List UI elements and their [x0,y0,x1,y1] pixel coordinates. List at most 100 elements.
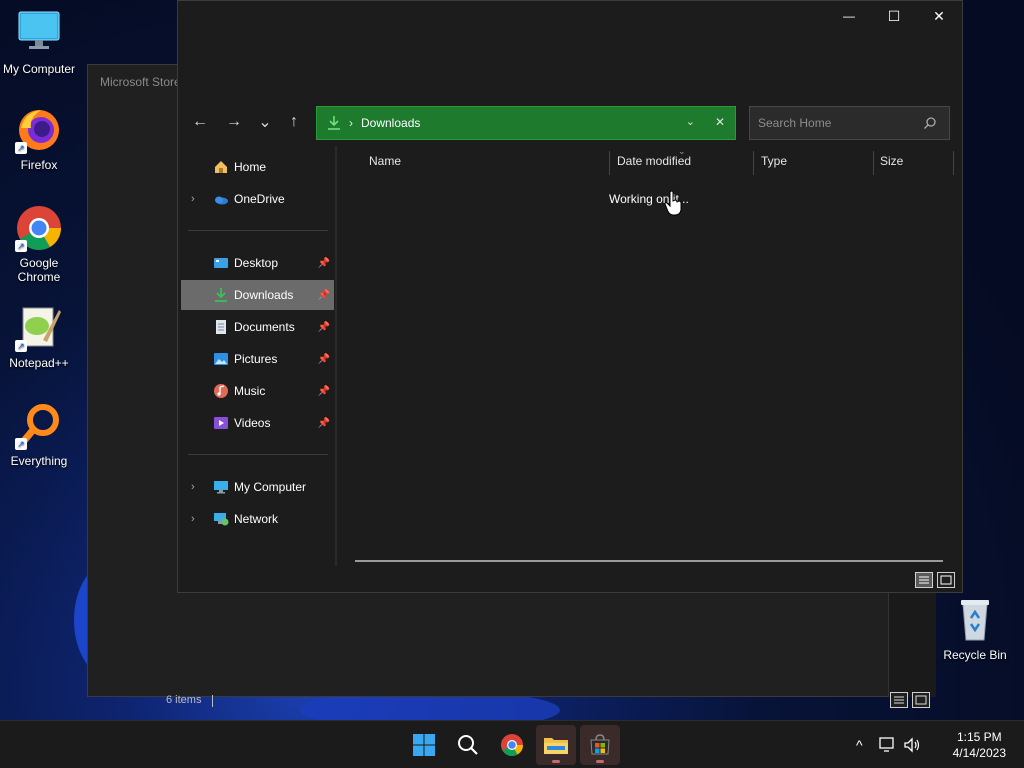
shortcut-arrow-icon: ↗ [15,240,27,252]
recycle-bin-icon [951,596,999,644]
desktop-icon-firefox[interactable]: ↗ Firefox [1,106,77,172]
documents-folder-icon [216,320,226,334]
column-header-name[interactable]: Name [369,154,401,168]
details-view-button[interactable] [890,692,908,708]
arrow-up-icon: ↑ [290,113,298,130]
nav-divider [188,230,328,231]
firefox-icon: ↗ [15,106,63,154]
network-status-icon[interactable] [878,737,897,753]
maximize-button[interactable]: ☐ [871,1,917,31]
everything-search-icon: ↗ [15,402,63,450]
desktop-icon-my-computer[interactable]: My Computer [1,10,77,76]
desktop-icon-label: Firefox [20,158,58,172]
search-box[interactable] [749,106,950,140]
nav-item-documents[interactable]: Documents 📌 [181,312,334,342]
recent-locations-button[interactable]: ⌄ [250,105,280,139]
file-explorer-icon [544,738,568,754]
column-header-size[interactable]: Size [880,154,903,168]
chevron-right-icon[interactable]: › [191,193,195,205]
chrome-icon: ↗ [15,204,63,252]
column-header-type[interactable]: Type [761,154,787,168]
address-bar[interactable]: › Downloads ⌄ ✕ [316,106,736,140]
pin-icon[interactable]: 📌 [318,322,330,333]
chrome-button[interactable] [492,725,532,765]
pin-icon[interactable]: 📌 [318,354,330,365]
start-button[interactable] [404,725,444,765]
back-button[interactable]: ← [185,105,215,139]
horizontal-scrollbar[interactable] [355,560,943,562]
pictures-folder-icon [214,353,228,365]
breadcrumb-downloads[interactable]: Downloads [361,116,420,130]
desktop-icon-label: Google Chrome [17,256,61,284]
desktop-folder-icon [214,258,228,268]
pin-icon[interactable]: 📌 [318,258,330,269]
arrow-right-icon: → [226,113,242,130]
tiles-view-button[interactable] [937,572,955,588]
nav-item-music[interactable]: Music 📌 [181,376,334,406]
tiles-view-button[interactable] [912,692,930,708]
nav-item-home[interactable]: Home [181,152,334,182]
search-icon [458,735,478,755]
pin-icon[interactable]: 📌 [318,418,330,429]
nav-item-network[interactable]: › Network [181,504,334,534]
system-tray: ^ [856,721,921,768]
pin-icon[interactable]: 📌 [318,290,330,301]
nav-item-label: My Computer [234,480,307,494]
close-icon: ✕ [933,7,945,24]
hand-cursor-icon [664,190,682,216]
desktop-icon-label: Recycle Bin [943,648,1007,662]
volume-icon[interactable] [903,737,921,753]
chevron-right-icon[interactable]: › [191,513,195,525]
show-hidden-icons-button[interactable]: ^ [856,737,863,753]
address-clear-button[interactable]: ✕ [715,115,725,129]
minimize-button[interactable]: — [826,1,872,31]
forward-button[interactable]: → [219,105,249,139]
column-divider[interactable] [609,151,610,175]
window-panel [888,592,936,697]
column-divider[interactable] [873,151,874,175]
desktop-icon-notepadpp[interactable]: ↗ Notepad++ [1,304,77,370]
desktop-icon-recycle-bin[interactable]: Recycle Bin [937,596,1013,662]
file-explorer-window[interactable]: — ☐ ✕ ← → ⌄ ↑ › Downloads ⌄ ✕ Search Hom… [177,0,963,593]
desktop-icon-chrome[interactable]: ↗ Google Chrome [1,204,77,284]
clock[interactable]: 1:15 PM 4/14/2023 [953,729,1006,761]
nav-item-onedrive[interactable]: › OneDrive [181,184,334,214]
column-divider[interactable] [953,151,954,175]
downloads-folder-icon [215,288,227,302]
network-icon [214,513,229,526]
up-button[interactable]: ↑ [279,105,309,139]
search-button[interactable] [448,725,488,765]
videos-folder-icon [214,417,228,429]
file-explorer-button[interactable] [536,725,576,765]
nav-item-label: Desktop [234,256,279,270]
nav-item-pictures[interactable]: Pictures 📌 [181,344,334,374]
nav-item-my-computer[interactable]: › My Computer [181,472,334,502]
nav-item-label: Network [234,512,279,526]
nav-item-downloads[interactable]: Downloads 📌 [181,280,334,310]
pane-splitter[interactable] [335,146,337,566]
search-icon [924,117,936,129]
nav-item-videos[interactable]: Videos 📌 [181,408,334,438]
desktop-icon-label: Everything [10,454,68,468]
details-view-button[interactable] [915,572,933,588]
nav-item-label: Documents [234,320,295,334]
column-divider[interactable] [753,151,754,175]
file-list[interactable]: Name Date modified ⌄ Type Size Working o… [338,146,958,566]
close-button[interactable]: ✕ [916,1,962,31]
nav-item-label: Music [234,384,266,398]
nav-item-desktop[interactable]: Desktop 📌 [181,248,334,278]
download-arrow-icon [328,116,340,130]
microsoft-store-button[interactable] [580,725,620,765]
clock-time: 1:15 PM [956,730,1002,744]
maximize-icon: ☐ [887,7,901,24]
desktop-icon-everything[interactable]: ↗ Everything [1,402,77,468]
monitor-icon [15,10,63,58]
address-dropdown-button[interactable]: ⌄ [686,115,695,128]
search-input[interactable] [758,116,918,130]
chevron-right-icon[interactable]: › [191,481,195,493]
onedrive-cloud-icon [215,196,228,205]
status-bar [178,566,964,594]
navigation-toolbar: ← → ⌄ ↑ › Downloads ⌄ ✕ [178,105,964,141]
windows-logo-icon [413,734,435,756]
pin-icon[interactable]: 📌 [318,386,330,397]
